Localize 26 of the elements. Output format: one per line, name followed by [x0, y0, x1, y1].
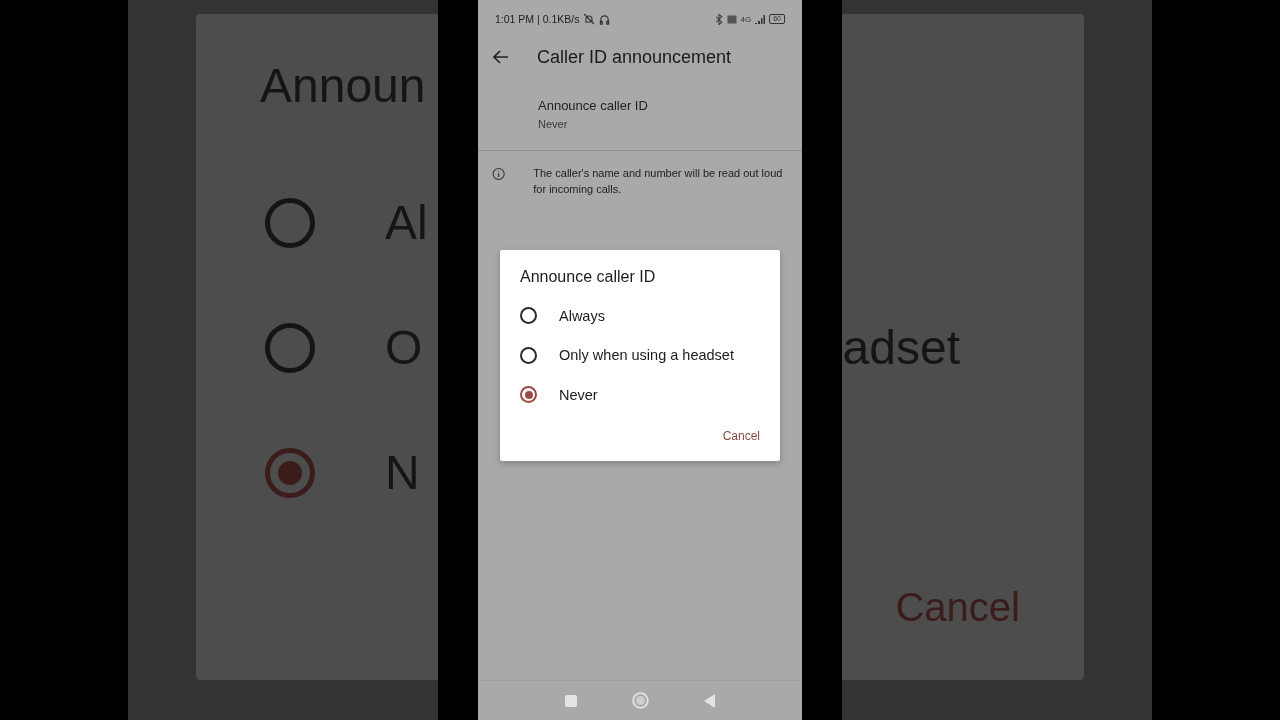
- dialog-title: Announ: [260, 58, 426, 114]
- option-label[interactable]: Only when using a headset: [559, 347, 734, 364]
- option-label[interactable]: Never: [559, 386, 598, 403]
- setting-title: Announce caller ID: [538, 98, 649, 113]
- signal-icon: [755, 14, 766, 24]
- back-arrow-icon[interactable]: [493, 50, 509, 64]
- cancel-button[interactable]: Cancel: [720, 426, 762, 445]
- bluetooth-icon: [714, 13, 723, 25]
- headset-icon: [599, 13, 611, 25]
- info-text: The caller's name and number will be read out loud for incoming calls.: [533, 166, 784, 197]
- option-label: O: [385, 320, 423, 375]
- bell-off-icon: [583, 13, 596, 25]
- option-label: Al: [385, 195, 428, 250]
- option-label: N: [385, 445, 420, 500]
- setting-item[interactable]: Announce caller ID Never: [478, 76, 802, 150]
- radio-button[interactable]: [520, 346, 537, 364]
- radio-button[interactable]: [520, 386, 537, 404]
- radio-button[interactable]: [520, 307, 537, 325]
- network-label: 4G: [740, 14, 752, 24]
- dialog-title: Announce caller ID: [520, 268, 657, 286]
- status-text: 1:01 PM | 0.1KB/s: [495, 13, 580, 25]
- option-label[interactable]: Always: [559, 307, 605, 324]
- info-icon: [492, 165, 506, 183]
- setting-value: Never: [538, 118, 569, 130]
- option-label: adset: [842, 320, 960, 375]
- screen-title: Caller ID announcement: [537, 46, 732, 68]
